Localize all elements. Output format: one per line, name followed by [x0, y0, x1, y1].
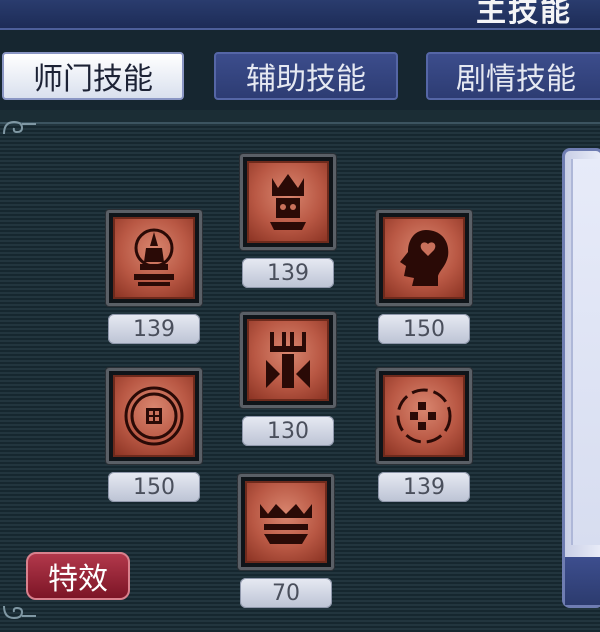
skill-icon-button[interactable]: [240, 312, 336, 408]
skill-level: 70: [240, 578, 332, 608]
tab-school-skills[interactable]: 师门技能: [2, 52, 184, 100]
skill-detail-footer: [565, 557, 600, 605]
round-seal-icon: [124, 386, 184, 446]
skill-level: 130: [242, 416, 334, 446]
skill-slot: 139: [376, 368, 472, 502]
trident-totem-icon: [266, 332, 310, 388]
effects-button[interactable]: 特效: [26, 552, 130, 600]
skill-level: 150: [378, 314, 470, 344]
skill-icon-button[interactable]: [106, 210, 202, 306]
skill-slot: 150: [106, 368, 202, 502]
pagoda-halo-icon: [134, 228, 174, 286]
skill-slot: 150: [376, 210, 472, 344]
skill-icon-button[interactable]: [376, 210, 472, 306]
skill-slot: 130: [240, 312, 336, 446]
head-profile-icon: [400, 230, 449, 286]
skill-icon-button[interactable]: [106, 368, 202, 464]
corner-swirl-icon: [3, 120, 36, 135]
tab-story-skills[interactable]: 剧情技能: [426, 52, 600, 100]
corner-swirl-icon: [3, 605, 36, 620]
skill-icon-button[interactable]: [240, 154, 336, 250]
skill-level: 139: [242, 258, 334, 288]
skill-level: 150: [108, 472, 200, 502]
circle-dots-icon: [396, 388, 452, 444]
skill-level: 139: [378, 472, 470, 502]
skill-slot: 70: [238, 474, 334, 608]
skill-detail-content: [571, 159, 600, 545]
window-title-bar: 主技能: [0, 0, 600, 30]
skill-icon-button[interactable]: [238, 474, 334, 570]
window-title: 主技能: [476, 0, 572, 29]
crowned-figure-icon: [270, 174, 306, 230]
skill-detail-panel: [562, 148, 600, 608]
skill-slot: 139: [240, 154, 336, 288]
skill-icon-button[interactable]: [376, 368, 472, 464]
skill-slot: 139: [106, 210, 202, 344]
crown-band-icon: [260, 504, 312, 544]
skill-level: 139: [108, 314, 200, 344]
tab-support-skills[interactable]: 辅助技能: [214, 52, 398, 100]
